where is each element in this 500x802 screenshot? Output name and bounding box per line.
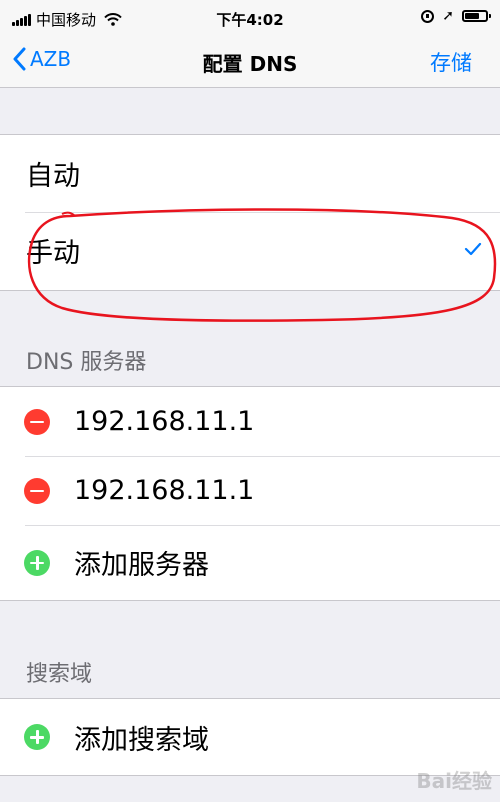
- mode-option-label: 自动: [26, 161, 80, 192]
- page-title: 配置 DNS: [202, 52, 298, 76]
- save-button[interactable]: 存储: [430, 47, 472, 77]
- dns-servers-group: 192.168.11.1 192.168.11.1 添加服务器: [0, 386, 500, 601]
- dns-server-row[interactable]: 192.168.11.1: [0, 456, 500, 525]
- add-icon: [24, 724, 50, 750]
- add-icon: [24, 549, 50, 576]
- dns-server-address[interactable]: 192.168.11.1: [74, 406, 254, 437]
- delete-icon[interactable]: [24, 477, 50, 504]
- add-server-label: 添加服务器: [74, 550, 209, 581]
- add-search-domain-label: 添加搜索域: [74, 724, 209, 756]
- checkmark-icon: [464, 242, 482, 256]
- orientation-lock-icon: [421, 9, 435, 23]
- mode-option-auto[interactable]: 自动: [0, 135, 500, 212]
- navigation-bar: AZB 配置 DNS 存储: [0, 36, 500, 88]
- delete-icon[interactable]: [24, 408, 50, 435]
- dns-server-row[interactable]: 192.168.11.1: [0, 387, 500, 456]
- dns-section-header: DNS 服务器: [26, 350, 147, 375]
- watermark: Bai经验: [416, 769, 492, 793]
- location-arrow-icon: ➚: [442, 8, 454, 24]
- dns-mode-group: 自动 手动: [0, 134, 500, 291]
- mode-option-manual[interactable]: 手动: [0, 212, 500, 289]
- dns-server-address[interactable]: 192.168.11.1: [74, 475, 254, 506]
- status-right: ➚: [421, 8, 491, 24]
- status-bar: 中国移动 下午4:02 ➚: [0, 0, 500, 36]
- add-server-row[interactable]: 添加服务器: [0, 525, 500, 600]
- add-search-domain-row[interactable]: 添加搜索域: [0, 699, 500, 775]
- search-domain-header: 搜索域: [26, 662, 93, 687]
- mode-option-label: 手动: [26, 238, 80, 269]
- battery-icon: [462, 10, 491, 22]
